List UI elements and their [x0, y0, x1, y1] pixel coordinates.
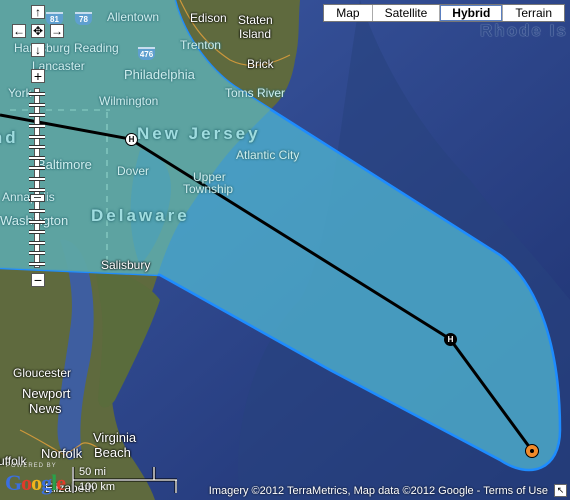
- city-label: Beach: [94, 445, 131, 460]
- scale-miles: 50 mi: [79, 466, 106, 478]
- state-label: Maryland: [0, 128, 19, 147]
- hurricane-map[interactable]: H H 81 78 476 Allentown Edison Staten Is…: [0, 0, 570, 500]
- map-imagery: [0, 0, 570, 500]
- zoom-tick[interactable]: [29, 177, 45, 181]
- city-label: Toms River: [225, 86, 286, 100]
- map-type-terrain[interactable]: Terrain: [503, 5, 564, 21]
- zoom-tick[interactable]: [29, 187, 45, 192]
- attribution: Imagery ©2012 TerraMetrics, Map data ©20…: [208, 485, 548, 497]
- zoom-tick[interactable]: [29, 102, 45, 107]
- zoom-tick[interactable]: [29, 113, 45, 118]
- zoom-tick[interactable]: [29, 219, 45, 224]
- city-label: Philadelphia: [124, 67, 195, 82]
- pan-right-button[interactable]: →: [50, 24, 64, 38]
- zoom-in-button[interactable]: +: [31, 69, 45, 83]
- city-label: Township: [183, 182, 234, 196]
- zoom-tick[interactable]: [29, 123, 45, 128]
- map-type-control: Map Satellite Hybrid Terrain: [323, 4, 565, 22]
- city-label: Atlantic City: [236, 148, 300, 162]
- city-label: Island: [239, 27, 272, 41]
- zoom-tick[interactable]: [29, 134, 45, 139]
- state-label: Delaware: [91, 206, 190, 225]
- current-position-dot: [530, 449, 534, 453]
- city-label: Baltimore: [37, 157, 92, 172]
- zoom-tick[interactable]: [29, 262, 45, 266]
- map-type-satellite[interactable]: Satellite: [373, 5, 441, 21]
- map-type-hybrid[interactable]: Hybrid: [440, 5, 504, 21]
- city-label: Virginia: [93, 430, 137, 445]
- highway-shield: 78: [75, 12, 92, 25]
- pan-left-button[interactable]: ←: [12, 24, 26, 38]
- city-label: Salisbury: [101, 258, 151, 272]
- zoom-tick[interactable]: [29, 155, 45, 160]
- city-label: Dover: [117, 164, 150, 178]
- zoom-tick[interactable]: [29, 208, 45, 213]
- powered-by-label: POWERED BY: [6, 463, 57, 469]
- city-label: Norfolk: [41, 446, 83, 461]
- zoom-tick[interactable]: [29, 251, 45, 256]
- scale-bar: 50 mi 100 km: [72, 466, 177, 495]
- map-type-map[interactable]: Map: [324, 5, 373, 21]
- state-label: New Jersey: [137, 124, 261, 143]
- city-label: Allentown: [107, 10, 160, 24]
- zoom-tick[interactable]: [29, 166, 45, 171]
- expand-icon[interactable]: ↖: [554, 484, 567, 497]
- city-label: Trenton: [180, 38, 221, 52]
- google-logo[interactable]: Google: [5, 470, 66, 496]
- city-label: Reading: [74, 41, 119, 55]
- zoom-tick[interactable]: [29, 230, 45, 235]
- city-label: Gloucester: [13, 366, 72, 380]
- city-label: Edison: [190, 11, 227, 25]
- city-label: Wilmington: [99, 94, 159, 108]
- zoom-tick[interactable]: [29, 145, 45, 150]
- zoom-slider-thumb[interactable]: [30, 194, 45, 203]
- city-label: Newport: [22, 386, 71, 401]
- zoom-out-button[interactable]: −: [31, 273, 45, 287]
- zoom-tick[interactable]: [29, 240, 45, 245]
- hurricane-marker[interactable]: H: [444, 333, 457, 346]
- city-label: Brick: [247, 57, 274, 71]
- highway-shield: 476: [138, 47, 155, 60]
- pan-up-button[interactable]: ↑: [31, 5, 45, 19]
- current-position-marker[interactable]: [525, 444, 539, 458]
- city-label: News: [29, 401, 62, 416]
- state-label: Rhode Is: [480, 21, 568, 40]
- pan-center-button[interactable]: ✥: [31, 24, 45, 38]
- scale-km: 100 km: [79, 481, 116, 493]
- city-label: Staten: [238, 13, 273, 27]
- pan-down-button[interactable]: ↓: [31, 43, 45, 57]
- zoom-tick[interactable]: [29, 92, 45, 96]
